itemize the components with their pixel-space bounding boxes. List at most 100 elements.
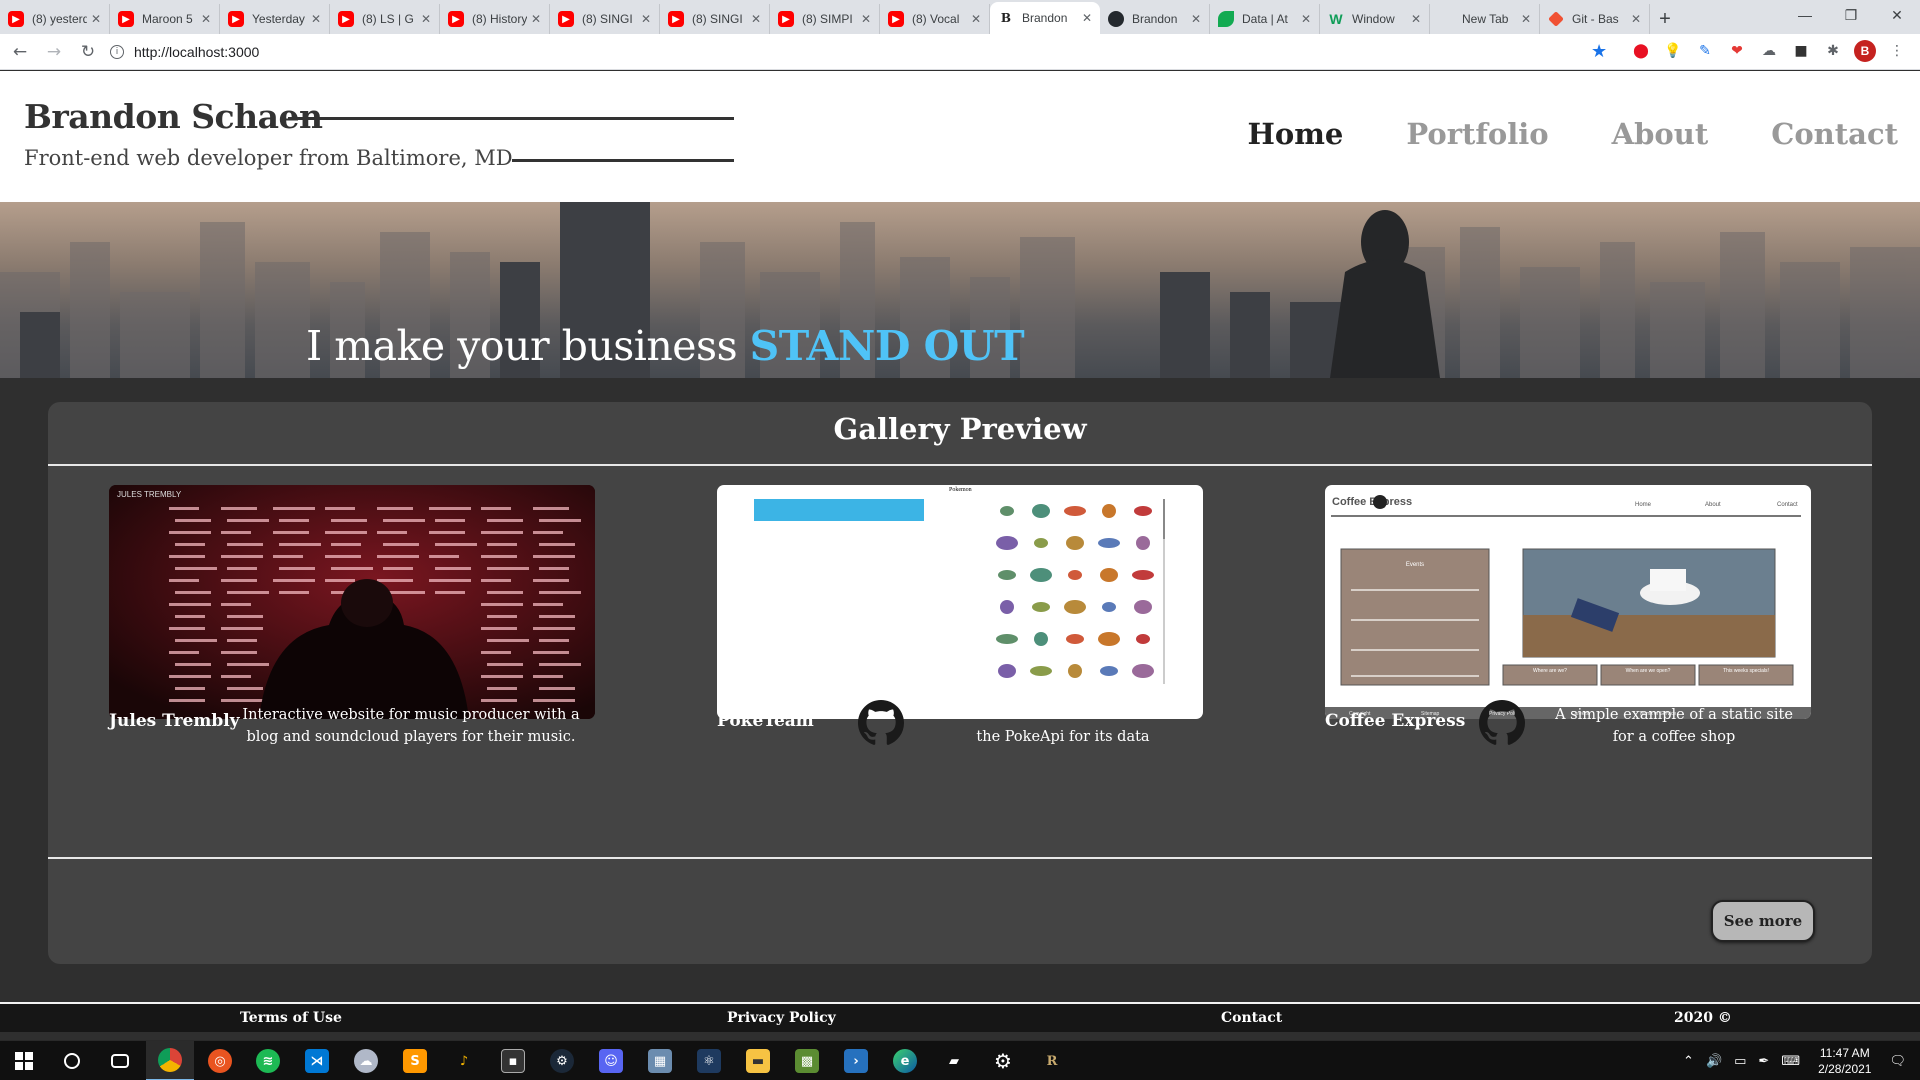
footer-privacy-link[interactable]: Privacy Policy [727, 1010, 836, 1026]
gallery-divider [48, 857, 1872, 859]
close-icon[interactable]: ✕ [861, 12, 871, 26]
terminal-icon[interactable]: ▪ [489, 1041, 537, 1080]
site-info-icon[interactable]: i [110, 45, 124, 59]
github-icon[interactable] [858, 700, 904, 746]
close-icon[interactable]: ✕ [1082, 11, 1092, 25]
search-circle-icon[interactable] [48, 1041, 96, 1080]
keyboard-icon[interactable]: ⌨ [1781, 1054, 1800, 1069]
app-icon[interactable]: ☁ [342, 1041, 390, 1080]
browser-tab[interactable]: Git - Bas ✕ [1540, 4, 1650, 34]
steam-icon[interactable]: ⚙ [538, 1041, 586, 1080]
league-icon[interactable]: R [1028, 1041, 1076, 1080]
windows-start-icon[interactable] [0, 1041, 48, 1080]
close-icon[interactable]: ✕ [1301, 12, 1311, 26]
volume-icon[interactable]: 🔊 [1706, 1054, 1722, 1069]
browser-tab[interactable]: ▶ (8) SIMPI ✕ [770, 4, 880, 34]
chrome-icon[interactable] [146, 1041, 194, 1080]
close-icon[interactable]: ✕ [311, 12, 321, 26]
menu-kebab-icon[interactable]: ⋮ [1886, 40, 1908, 62]
taskbar-clock[interactable]: 11:47 AM 2/28/2021 [1818, 1045, 1871, 1077]
github-icon[interactable] [1479, 700, 1525, 746]
bookmark-star-icon[interactable]: ★ [1591, 41, 1607, 62]
file-explorer-icon[interactable]: ▬ [734, 1041, 782, 1080]
browser-tab[interactable]: W Window ✕ [1320, 4, 1430, 34]
project-name[interactable]: Jules Trembly [109, 711, 240, 731]
chevron-up-icon[interactable]: ⌃ [1683, 1054, 1694, 1069]
close-icon[interactable]: ✕ [641, 12, 651, 26]
notification-icon[interactable]: 🗨 [1889, 1054, 1906, 1069]
discord-icon[interactable]: ☺ [587, 1041, 635, 1080]
project-preview-jules-trembly[interactable]: JULES TREMBLY [109, 485, 595, 719]
network-icon[interactable]: ▭ [1734, 1054, 1746, 1069]
nav-portfolio[interactable]: Portfolio [1406, 117, 1548, 151]
project-name[interactable]: PokeTeam [717, 711, 814, 731]
youtube-icon: ▶ [338, 11, 354, 27]
restore-icon[interactable]: ❐ [1828, 0, 1874, 30]
address-bar[interactable]: i http://localhost:3000 [110, 38, 1590, 66]
browser-tab[interactable]: ▶(8) yesterday✕ [0, 4, 110, 34]
header-divider [288, 117, 734, 120]
project-name[interactable]: Coffee Express [1325, 711, 1465, 731]
close-icon[interactable]: ✕ [1521, 12, 1531, 26]
new-tab-button[interactable]: + [1650, 4, 1680, 34]
browser-tab[interactable]: ▶ Maroon 5 ✕ [110, 4, 220, 34]
close-icon[interactable]: ✕ [1631, 12, 1641, 26]
cloud-extension-icon[interactable]: ☁ [1758, 40, 1780, 62]
sublime-icon[interactable]: S [391, 1041, 439, 1080]
lightbulb-extension-icon[interactable]: 💡 [1662, 40, 1684, 62]
close-window-icon[interactable]: ✕ [1874, 0, 1920, 30]
close-icon[interactable]: ✕ [421, 12, 431, 26]
browser-tab[interactable]: ▶ (8) SINGI ✕ [660, 4, 770, 34]
footer-terms-link[interactable]: Terms of Use [240, 1010, 342, 1026]
settings-gear-icon[interactable]: ⚙ [979, 1041, 1027, 1080]
youtube-icon: ▶ [448, 11, 464, 27]
vscode-icon[interactable]: ⋊ [293, 1041, 341, 1080]
nav-contact[interactable]: Contact [1771, 117, 1898, 151]
app-extension-icon[interactable]: ■ [1790, 40, 1812, 62]
browser-tab[interactable]: ▶ (8) History ✕ [440, 4, 550, 34]
project-preview-poketeam[interactable]: Pokemon [717, 485, 1203, 719]
opera-extension-icon[interactable]: ⬤ [1630, 40, 1652, 62]
browser-tab[interactable]: ▶ Yesterday ✕ [220, 4, 330, 34]
app-icon[interactable]: ♪ [440, 1041, 488, 1080]
pen-extension-icon[interactable]: ✎ [1694, 40, 1716, 62]
close-icon[interactable]: ✕ [91, 12, 101, 26]
ubuntu-icon[interactable]: ◎ [196, 1041, 244, 1080]
puzzle-extensions-icon[interactable]: ✱ [1822, 40, 1844, 62]
close-icon[interactable]: ✕ [1411, 12, 1421, 26]
minecraft-icon[interactable]: ▩ [783, 1041, 831, 1080]
site-name[interactable]: Brandon Schaen [24, 97, 323, 136]
browser-tab[interactable]: Brandon ✕ [1100, 4, 1210, 34]
minimize-icon[interactable]: — [1782, 0, 1828, 30]
calculator-icon[interactable]: ▦ [636, 1041, 684, 1080]
task-view-icon[interactable] [96, 1041, 144, 1080]
app-icon[interactable]: ⚛ [685, 1041, 733, 1080]
heart-extension-icon[interactable]: ❤ [1726, 40, 1748, 62]
forward-arrow-icon[interactable]: → [40, 38, 68, 66]
profile-avatar[interactable]: B [1854, 40, 1876, 62]
close-icon[interactable]: ✕ [971, 12, 981, 26]
browser-tab[interactable]: ▶ (8) Vocal ✕ [880, 4, 990, 34]
app-icon[interactable]: ▰ [930, 1041, 978, 1080]
back-arrow-icon[interactable]: ← [6, 38, 34, 66]
browser-tab[interactable]: ▶ (8) SINGI ✕ [550, 4, 660, 34]
close-icon[interactable]: ✕ [201, 12, 211, 26]
browser-tab-active[interactable]: B Brandon ✕ [990, 2, 1100, 34]
see-more-button[interactable]: See more [1711, 900, 1815, 942]
spotify-icon[interactable]: ≋ [244, 1041, 292, 1080]
hero-accent-text: STAND OUT [749, 322, 1025, 370]
browser-tab[interactable]: Data | At ✕ [1210, 4, 1320, 34]
pen-icon[interactable]: ✒ [1758, 1054, 1769, 1069]
nav-about[interactable]: About [1612, 117, 1709, 151]
powershell-icon[interactable]: › [832, 1041, 880, 1080]
project-preview-coffee-express[interactable]: Coffee Express Home About Contact Events… [1325, 485, 1811, 719]
close-icon[interactable]: ✕ [1191, 12, 1201, 26]
close-icon[interactable]: ✕ [531, 12, 541, 26]
browser-tab[interactable]: ▶ (8) LS | G ✕ [330, 4, 440, 34]
nav-home[interactable]: Home [1248, 117, 1344, 151]
close-icon[interactable]: ✕ [751, 12, 761, 26]
browser-tab[interactable]: New Tab ✕ [1430, 4, 1540, 34]
reload-icon[interactable]: ↻ [74, 38, 102, 66]
footer-contact-link[interactable]: Contact [1221, 1010, 1282, 1026]
edge-icon[interactable]: e [881, 1041, 929, 1080]
